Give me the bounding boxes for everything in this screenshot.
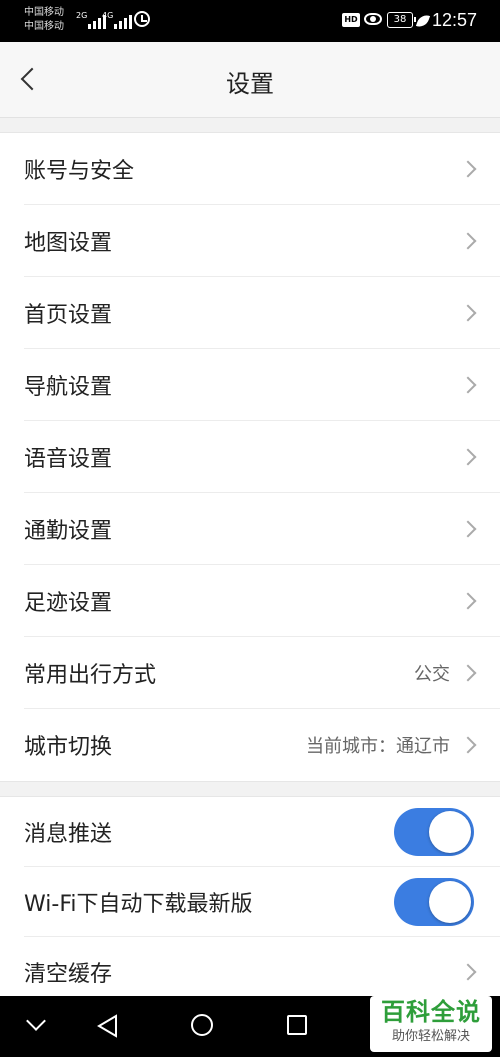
settings-item-label: 消息推送 <box>24 822 113 847</box>
settings-item-label: 城市切换 <box>24 735 113 760</box>
chevron-right-icon <box>459 520 477 538</box>
watermark-subtitle: 助你轻松解决 <box>391 1029 470 1044</box>
alarm-icon <box>134 11 150 27</box>
settings-item-value: 公交 <box>414 664 450 685</box>
home-circle-icon[interactable] <box>191 1014 213 1036</box>
chevron-right-icon <box>459 304 477 322</box>
recent-apps-icon[interactable] <box>287 1015 307 1035</box>
chevron-right-icon <box>459 160 477 178</box>
settings-list-secondary: 消息推送 Wi-Fi下自动下载最新版 清空缓存 <box>0 796 500 1008</box>
settings-item-map[interactable]: 地图设置 <box>0 205 500 277</box>
toggle-knob <box>429 881 471 923</box>
watermark-logo: 百科全说 助你轻松解决 <box>370 996 492 1052</box>
chevron-right-icon <box>459 736 477 754</box>
settings-item-label: 首页设置 <box>24 303 113 328</box>
settings-item-commute[interactable]: 通勤设置 <box>0 493 500 565</box>
hd-icon: HD <box>342 13 360 27</box>
settings-item-account-security[interactable]: 账号与安全 <box>0 133 500 205</box>
settings-item-footprint[interactable]: 足迹设置 <box>0 565 500 637</box>
power-saving-leaf-icon <box>415 12 431 30</box>
settings-item-label: 地图设置 <box>24 231 113 256</box>
page-title: 设置 <box>226 70 274 98</box>
back-triangle-icon[interactable] <box>96 1014 120 1038</box>
watermark-title: 百科全说 <box>381 998 481 1026</box>
settings-item-wifi-auto-download: Wi-Fi下自动下载最新版 <box>0 867 500 937</box>
settings-item-label: 导航设置 <box>24 375 113 400</box>
settings-item-voice[interactable]: 语音设置 <box>0 421 500 493</box>
settings-item-navigation[interactable]: 导航设置 <box>0 349 500 421</box>
header: 设置 <box>0 42 500 118</box>
chevron-right-icon <box>459 376 477 394</box>
settings-item-label: 足迹设置 <box>24 591 113 616</box>
settings-item-label: 清空缓存 <box>24 962 113 987</box>
carrier-labels: 中国移动 中国移动 <box>24 6 64 34</box>
status-bar: 中国移动 中国移动 2G 4G HD 38 12:57 <box>0 0 500 42</box>
battery-icon: 38 <box>387 12 416 28</box>
chevron-right-icon <box>459 963 477 981</box>
chevron-right-icon <box>459 664 477 682</box>
wifi-auto-download-toggle[interactable] <box>394 878 474 926</box>
settings-item-homepage[interactable]: 首页设置 <box>0 277 500 349</box>
settings-item-city-switch[interactable]: 城市切换 当前城市：通辽市 <box>0 709 500 781</box>
settings-item-label: 账号与安全 <box>24 159 135 184</box>
settings-item-label: 语音设置 <box>24 447 113 472</box>
settings-item-travel-mode[interactable]: 常用出行方式 公交 <box>0 637 500 709</box>
settings-item-push-notifications: 消息推送 <box>0 797 500 867</box>
settings-item-value: 当前城市：通辽市 <box>306 736 450 757</box>
settings-item-label: 通勤设置 <box>24 519 113 544</box>
settings-item-label: 常用出行方式 <box>24 663 157 688</box>
chevron-right-icon <box>459 232 477 250</box>
carrier-1: 中国移动 <box>24 7 64 18</box>
chevron-right-icon <box>459 448 477 466</box>
signal-2-icon: 4G <box>102 11 132 29</box>
carrier-2: 中国移动 <box>24 21 64 32</box>
settings-item-label: Wi-Fi下自动下载最新版 <box>24 892 253 917</box>
eye-comfort-icon <box>364 13 382 25</box>
hide-nav-icon[interactable] <box>26 1011 46 1031</box>
chevron-right-icon <box>459 592 477 610</box>
settings-list-main: 账号与安全 地图设置 首页设置 导航设置 语音设置 通勤设置 足迹设置 常用出行… <box>0 132 500 782</box>
push-notifications-toggle[interactable] <box>394 808 474 856</box>
status-time: 12:57 <box>432 10 478 30</box>
toggle-knob <box>429 811 471 853</box>
